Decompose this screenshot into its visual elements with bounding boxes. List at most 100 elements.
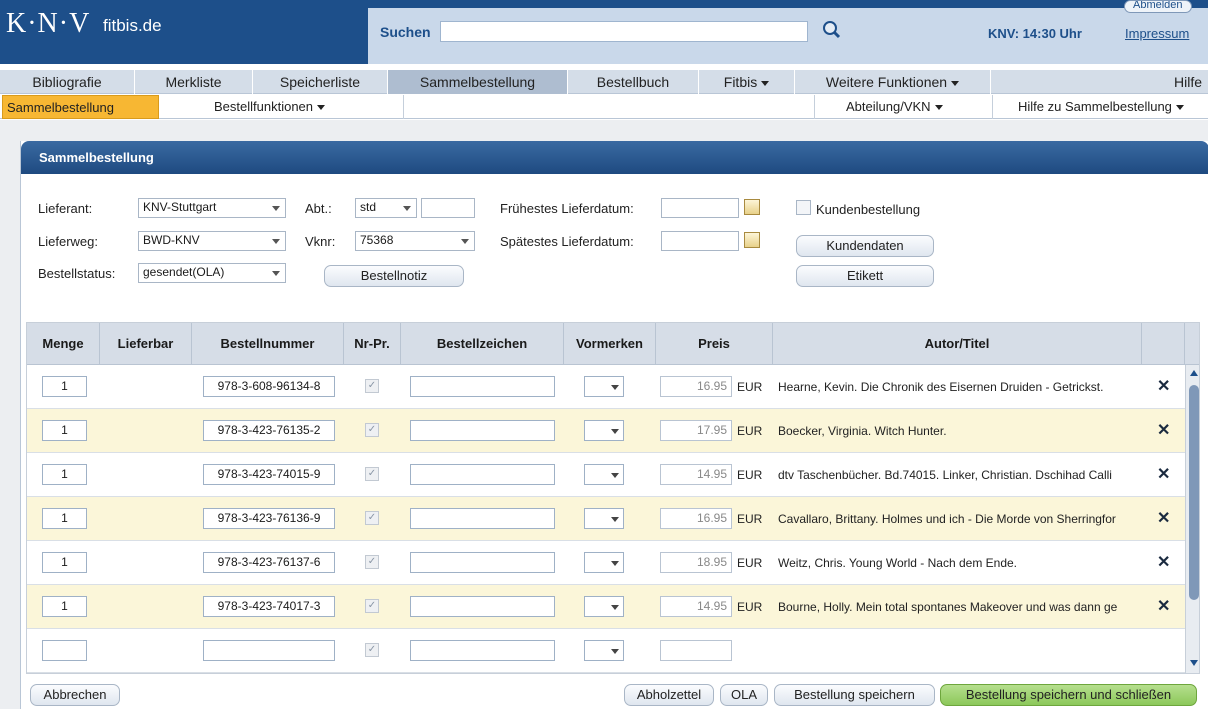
- bestellzeichen-input[interactable]: [410, 376, 555, 397]
- table-row: ✓: [27, 629, 1185, 673]
- bestellnummer-input[interactable]: 978-3-423-74015-9: [203, 464, 335, 485]
- lieferant-select[interactable]: KNV-Stuttgart: [138, 198, 286, 218]
- nrpr-checkbox[interactable]: ✓: [365, 379, 379, 393]
- nav-speicherliste[interactable]: Speicherliste: [253, 70, 388, 94]
- calendar-icon[interactable]: [744, 199, 760, 215]
- etikett-button[interactable]: Etikett: [796, 265, 934, 287]
- subnav-sammelbestellung[interactable]: Sammelbestellung: [2, 95, 159, 119]
- scroll-down-icon[interactable]: [1190, 660, 1198, 666]
- lieferant-label: Lieferant:: [38, 201, 93, 216]
- bestellnummer-input[interactable]: 978-3-423-76135-2: [203, 420, 335, 441]
- divider: [992, 95, 993, 119]
- bestellnummer-input[interactable]: 978-3-423-74017-3: [203, 596, 335, 617]
- bestellnummer-input[interactable]: [203, 640, 335, 661]
- vormerken-select[interactable]: [584, 464, 624, 485]
- abt-select[interactable]: std: [355, 198, 417, 218]
- bestellzeichen-input[interactable]: [410, 508, 555, 529]
- spaetestes-input[interactable]: [661, 231, 739, 251]
- preis-input[interactable]: 16.95: [660, 508, 732, 529]
- nav-bestellbuch[interactable]: Bestellbuch: [568, 70, 699, 94]
- vormerken-select[interactable]: [584, 640, 624, 661]
- search-input[interactable]: [440, 21, 808, 42]
- search-icon[interactable]: [818, 18, 842, 42]
- subnav-bestellfunktionen[interactable]: Bestellfunktionen: [214, 95, 326, 119]
- scroll-thumb[interactable]: [1189, 385, 1199, 600]
- bestellzeichen-input[interactable]: [410, 464, 555, 485]
- menge-input[interactable]: [42, 640, 87, 661]
- delete-icon[interactable]: ✕: [1157, 420, 1170, 440]
- menge-input[interactable]: 1: [42, 508, 87, 529]
- abt-label: Abt.:: [305, 201, 332, 216]
- nrpr-checkbox[interactable]: ✓: [365, 555, 379, 569]
- vormerken-select[interactable]: [584, 420, 624, 441]
- speichern-button[interactable]: Bestellung speichern: [774, 684, 935, 706]
- menge-input[interactable]: 1: [42, 552, 87, 573]
- bestellnummer-input[interactable]: 978-3-423-76136-9: [203, 508, 335, 529]
- vknr-select[interactable]: 75368: [355, 231, 475, 251]
- vormerken-select[interactable]: [584, 552, 624, 573]
- abbrechen-button[interactable]: Abbrechen: [30, 684, 120, 706]
- chevron-down-icon: [951, 80, 960, 86]
- menge-input[interactable]: 1: [42, 376, 87, 397]
- abholzettel-button[interactable]: Abholzettel: [624, 684, 714, 706]
- nav-weitere-funktionen[interactable]: Weitere Funktionen: [795, 70, 991, 94]
- nav-fitbis[interactable]: Fitbis: [699, 70, 795, 94]
- speichern-schliessen-button[interactable]: Bestellung speichern und schließen: [940, 684, 1197, 706]
- bestellzeichen-input[interactable]: [410, 596, 555, 617]
- fruehestes-label: Frühestes Lieferdatum:: [500, 201, 634, 216]
- nrpr-checkbox[interactable]: ✓: [365, 599, 379, 613]
- delete-icon[interactable]: ✕: [1157, 464, 1170, 484]
- impressum-link[interactable]: Impressum: [1125, 26, 1189, 41]
- fruehestes-input[interactable]: [661, 198, 739, 218]
- bestellzeichen-input[interactable]: [410, 420, 555, 441]
- bestellnotiz-button[interactable]: Bestellnotiz: [324, 265, 464, 287]
- scroll-up-icon[interactable]: [1190, 370, 1198, 376]
- subnav-abteilung[interactable]: Abteilung/VKN: [846, 95, 943, 119]
- nrpr-checkbox[interactable]: ✓: [365, 511, 379, 525]
- preis-input[interactable]: 14.95: [660, 596, 732, 617]
- bestellnummer-input[interactable]: 978-3-608-96134-8: [203, 376, 335, 397]
- bestellzeichen-input[interactable]: [410, 552, 555, 573]
- delete-icon[interactable]: ✕: [1157, 552, 1170, 572]
- bestellnummer-input[interactable]: 978-3-423-76137-6: [203, 552, 335, 573]
- logout-button[interactable]: Abmelden: [1124, 0, 1192, 13]
- kundenbestellung-checkbox[interactable]: [796, 200, 811, 215]
- menge-input[interactable]: 1: [42, 464, 87, 485]
- nrpr-checkbox[interactable]: ✓: [365, 467, 379, 481]
- vormerken-select[interactable]: [584, 596, 624, 617]
- delete-icon[interactable]: ✕: [1157, 376, 1170, 396]
- menge-input[interactable]: 1: [42, 596, 87, 617]
- nav-fitbis-label: Fitbis: [723, 74, 758, 90]
- bestellstatus-select[interactable]: gesendet(OLA): [138, 263, 286, 283]
- subnav-hilfe-sammel[interactable]: Hilfe zu Sammelbestellung: [1018, 95, 1184, 119]
- kundendaten-button[interactable]: Kundendaten: [796, 235, 934, 257]
- nav-bibliografie[interactable]: Bibliografie: [0, 70, 135, 94]
- nav-hilfe[interactable]: Hilfe: [991, 70, 1208, 94]
- preis-input[interactable]: 17.95: [660, 420, 732, 441]
- calendar-icon[interactable]: [744, 232, 760, 248]
- header-right: Abmelden KNV: 14:30 Uhr Impressum: [978, 0, 1208, 64]
- chevron-down-icon: [458, 234, 472, 248]
- preis-input[interactable]: 16.95: [660, 376, 732, 397]
- nav-sammelbestellung[interactable]: Sammelbestellung: [388, 70, 568, 94]
- chevron-down-icon: [1175, 105, 1184, 111]
- delete-icon[interactable]: ✕: [1157, 508, 1170, 528]
- nrpr-checkbox[interactable]: ✓: [365, 643, 379, 657]
- preis-input[interactable]: 18.95: [660, 552, 732, 573]
- lieferweg-select[interactable]: BWD-KNV: [138, 231, 286, 251]
- delete-icon[interactable]: ✕: [1157, 596, 1170, 616]
- preis-input[interactable]: 14.95: [660, 464, 732, 485]
- menge-input[interactable]: 1: [42, 420, 87, 441]
- vormerken-select[interactable]: [584, 376, 624, 397]
- top-header: K·N·V fitbis.de Suchen Abmelden KNV: 14:…: [0, 0, 1208, 64]
- abt-extra-input[interactable]: [421, 198, 475, 218]
- nav-merkliste[interactable]: Merkliste: [135, 70, 253, 94]
- preis-input[interactable]: [660, 640, 732, 661]
- chevron-down-icon: [761, 80, 770, 86]
- table-scrollbar[interactable]: [1185, 365, 1199, 673]
- nrpr-checkbox[interactable]: ✓: [365, 423, 379, 437]
- ola-button[interactable]: OLA: [720, 684, 768, 706]
- abt-value: std: [360, 200, 377, 214]
- bestellzeichen-input[interactable]: [410, 640, 555, 661]
- vormerken-select[interactable]: [584, 508, 624, 529]
